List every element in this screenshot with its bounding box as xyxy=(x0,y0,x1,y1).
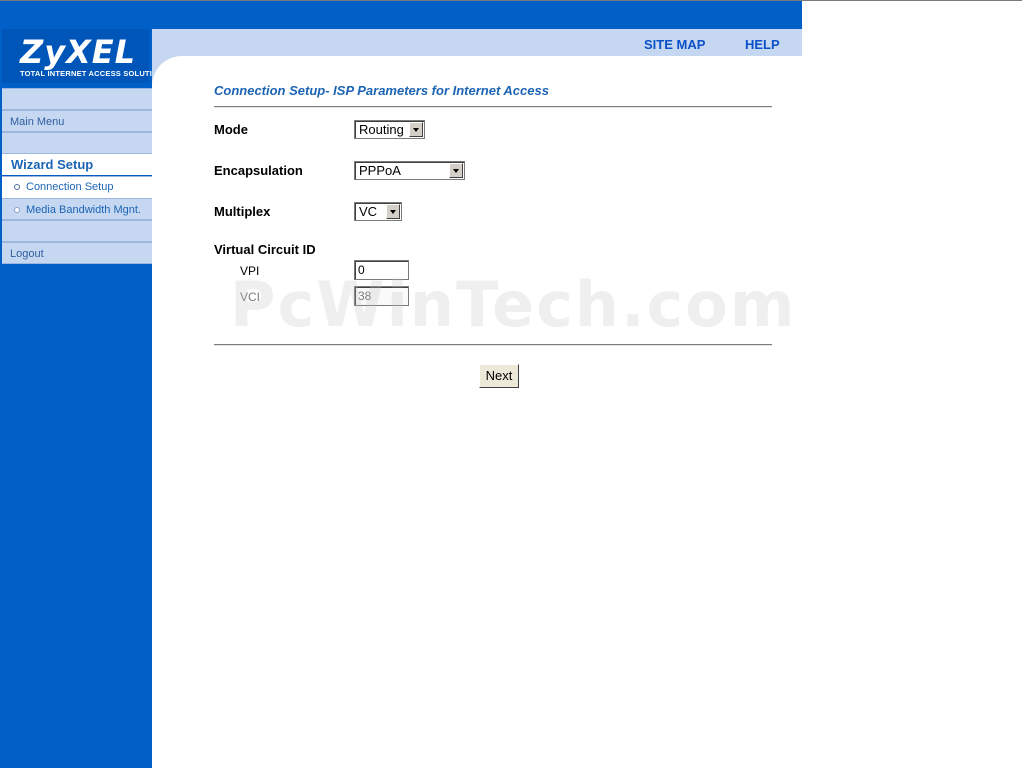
sidebar-item-label: Connection Setup xyxy=(26,181,114,193)
dropdown-arrow-icon[interactable] xyxy=(449,163,463,178)
multiplex-select[interactable]: VC xyxy=(354,202,402,221)
vci-label: VCI xyxy=(240,290,261,304)
sidebar-item-label: Media Bandwidth Mgnt. xyxy=(26,204,141,216)
divider xyxy=(214,106,772,108)
sidebar-item-media-bandwidth[interactable]: Media Bandwidth Mgnt. xyxy=(14,204,141,216)
watermark: PcWinTech.com xyxy=(230,268,797,341)
bullet-icon xyxy=(14,184,20,190)
site-map-link[interactable]: SITE MAP xyxy=(644,37,705,52)
dropdown-arrow-icon[interactable] xyxy=(409,122,423,137)
next-button[interactable]: Next xyxy=(479,364,519,388)
wizard-setup-header: Wizard Setup xyxy=(11,157,94,172)
divider xyxy=(214,344,772,346)
mode-value: Routing xyxy=(359,122,404,137)
sidebar-item-connection-setup[interactable]: Connection Setup xyxy=(14,181,113,193)
vpi-input[interactable]: 0 xyxy=(354,260,409,280)
sidebar-item-main-menu[interactable]: Main Menu xyxy=(10,116,64,128)
logo-tagline: TOTAL INTERNET ACCESS SOLUTION xyxy=(20,69,164,78)
sidebar-spacer xyxy=(2,132,152,154)
multiplex-label: Multiplex xyxy=(214,204,271,219)
vpi-label: VPI xyxy=(240,264,260,278)
sidebar-spacer xyxy=(2,220,152,242)
mode-select[interactable]: Routing xyxy=(354,120,425,139)
top-bar xyxy=(0,1,802,29)
encapsulation-select[interactable]: PPPoA xyxy=(354,161,465,180)
dropdown-arrow-icon[interactable] xyxy=(386,204,400,219)
vci-input[interactable]: 38 xyxy=(354,286,409,306)
zyxel-logo: ZyXEL xyxy=(20,33,136,71)
mode-label: Mode xyxy=(214,122,248,137)
virtual-circuit-label: Virtual Circuit ID xyxy=(214,242,316,257)
page-title: Connection Setup- ISP Parameters for Int… xyxy=(214,83,549,98)
sidebar-spacer xyxy=(2,88,152,110)
help-link[interactable]: HELP xyxy=(745,37,780,52)
multiplex-value: VC xyxy=(359,204,378,219)
bullet-icon xyxy=(14,207,20,213)
sidebar-item-logout[interactable]: Logout xyxy=(10,248,44,260)
encapsulation-label: Encapsulation xyxy=(214,163,303,178)
top-strip-curve xyxy=(152,56,182,86)
encapsulation-value: PPPoA xyxy=(359,163,401,178)
